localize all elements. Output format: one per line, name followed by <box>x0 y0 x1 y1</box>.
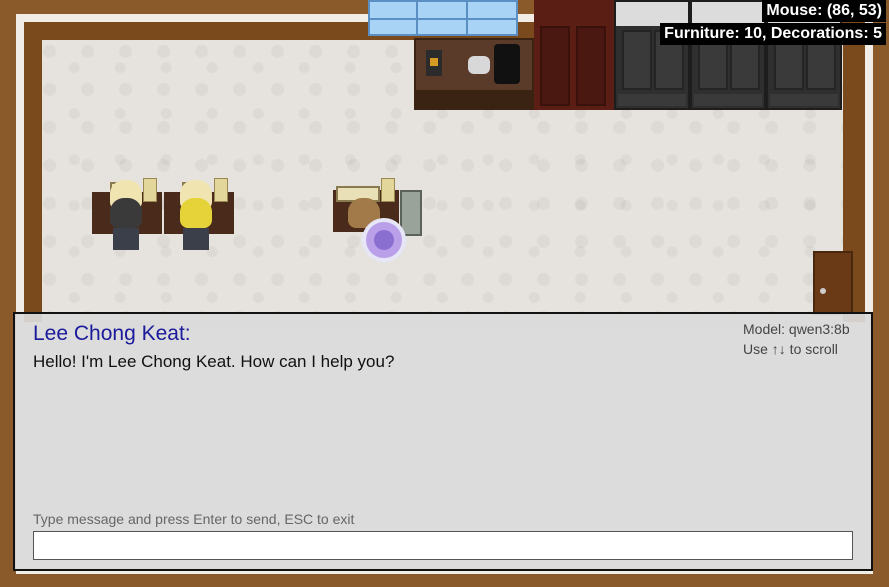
computer-tower-icon <box>214 178 228 202</box>
computer-tower-icon <box>381 178 395 202</box>
window <box>368 0 518 36</box>
object-counts: Furniture: 10, Decorations: 5 <box>660 23 886 45</box>
door-knob-icon <box>820 288 826 294</box>
input-instructions: Type message and press Enter to send, ES… <box>33 511 355 527</box>
model-label: Model: qwen3:8b <box>743 321 850 337</box>
kettle-icon <box>468 56 490 74</box>
locker <box>690 0 766 110</box>
chat-input[interactable] <box>33 531 853 560</box>
locker <box>614 0 690 110</box>
npc-message: Hello! I'm Lee Chong Keat. How can I hel… <box>33 352 395 371</box>
computer-tower-icon <box>143 178 157 202</box>
mouse-coordinates: Mouse: (86, 53) <box>762 0 886 22</box>
wardrobe <box>534 0 614 110</box>
trash-bin-icon <box>494 44 520 84</box>
speaker-name: Lee Chong Keat: <box>33 322 191 345</box>
room-door <box>813 251 853 315</box>
scroll-hint: Use ↑↓ to scroll <box>743 341 838 357</box>
